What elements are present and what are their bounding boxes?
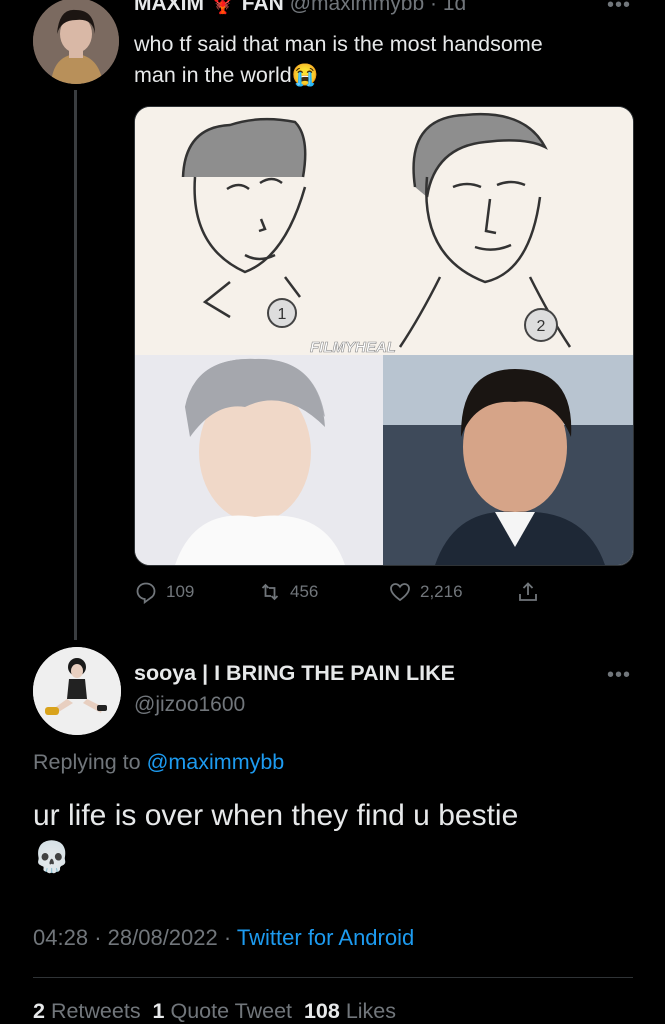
avatar-photo	[33, 0, 119, 84]
reply-more-options-icon[interactable]: •••	[607, 664, 631, 687]
tweet-stats: 2 Retweets 1 Quote Tweet 108 Likes	[33, 999, 396, 1024]
tweet-author[interactable]: MAXIM 🦞 FAN @maximmybb · 1d	[134, 0, 466, 16]
reply-avatar[interactable]	[33, 647, 121, 735]
separator-dot: ·	[223, 925, 237, 950]
more-options-icon[interactable]: •••	[607, 0, 631, 17]
retweet-icon	[261, 583, 279, 601]
tweet-actions: 109 456 2,216	[134, 580, 554, 606]
tweet-date[interactable]: 28/08/2022	[108, 925, 218, 950]
badge-1-label: 1	[278, 306, 287, 323]
reply-avatar-photo	[33, 647, 121, 735]
thread-line	[74, 90, 77, 640]
likes-stat[interactable]: 108 Likes	[304, 999, 396, 1023]
reply-handle[interactable]: @jizoo1600	[134, 693, 245, 717]
skull-emoji: 💀	[33, 841, 71, 874]
replying-to: Replying to @maximmybb	[33, 750, 284, 775]
badge-2-label: 2	[537, 318, 546, 335]
tweet-age[interactable]: 1d	[443, 0, 466, 15]
replying-mention-link[interactable]: @maximmybb	[147, 750, 285, 774]
crying-emoji: 😭	[291, 63, 319, 87]
reply-text-body: ur life is over when they find u bestie	[33, 799, 519, 832]
tweet-text-line1: who tf said that man is the most handsom…	[134, 32, 543, 56]
watermark: FILMYHEAL	[310, 339, 396, 356]
retweets-count: 2	[33, 999, 45, 1023]
reply-action[interactable]: 109	[134, 580, 194, 604]
likes-label: Likes	[345, 999, 397, 1023]
reply-icon	[136, 582, 156, 604]
separator-dot: ·	[94, 925, 108, 950]
quotes-stat[interactable]: 1 Quote Tweet	[153, 999, 292, 1023]
tweet-text: who tf said that man is the most handsom…	[134, 29, 634, 91]
display-name[interactable]: MAXIM 🦞 FAN	[134, 0, 284, 15]
avatar[interactable]	[33, 0, 119, 84]
retweets-label: Retweets	[50, 999, 141, 1023]
reply-display-name[interactable]: sooya | I BRING THE PAIN LIKE	[134, 661, 455, 686]
retweet-count: 456	[290, 582, 319, 601]
reply-count: 109	[166, 582, 195, 601]
heart-icon	[390, 583, 410, 602]
tweet-source-link[interactable]: Twitter for Android	[237, 925, 414, 950]
separator-dot: ·	[424, 0, 443, 15]
author-handle[interactable]: @maximmybb	[290, 0, 425, 15]
replying-prefix: Replying to	[33, 750, 141, 774]
like-action[interactable]: 2,216	[388, 580, 463, 604]
tweet-text-line2: man in the world	[134, 63, 292, 87]
share-action[interactable]	[516, 580, 540, 604]
tweet-timestamp: 04:28 · 28/08/2022 · Twitter for Android	[33, 925, 414, 951]
tweet-time[interactable]: 04:28	[33, 925, 88, 950]
reply-text: ur life is over when they find u bestie …	[33, 795, 653, 879]
tweet-media[interactable]: 1 2 FILMYHEAL	[134, 106, 634, 566]
divider	[33, 977, 633, 978]
share-icon	[519, 582, 537, 601]
retweets-stat[interactable]: 2 Retweets	[33, 999, 141, 1023]
retweet-action[interactable]: 456	[258, 580, 318, 604]
likes-count: 108	[303, 999, 340, 1023]
quotes-label: Quote Tweet	[170, 999, 292, 1023]
like-count: 2,216	[420, 582, 463, 601]
media-image: 1 2 FILMYHEAL	[135, 107, 633, 565]
quotes-count: 1	[152, 999, 165, 1023]
